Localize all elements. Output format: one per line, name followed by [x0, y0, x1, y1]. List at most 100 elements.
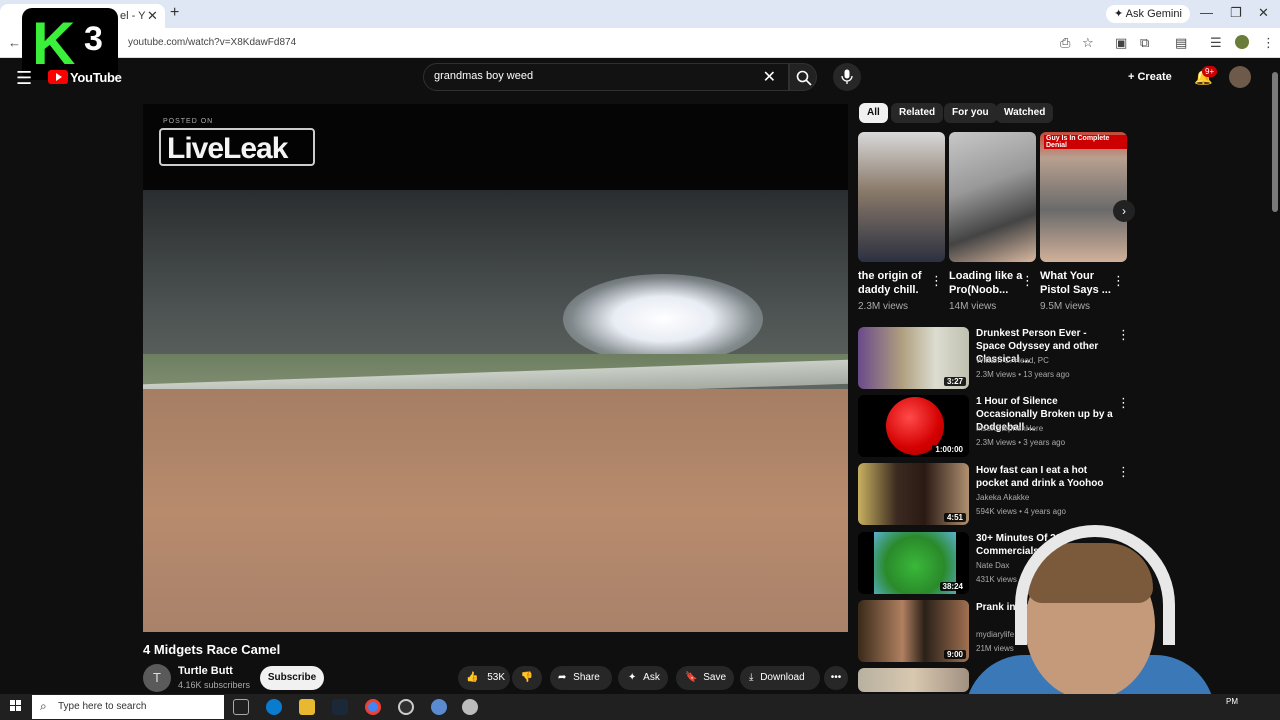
short-thumbnail[interactable] [949, 132, 1036, 262]
edge-icon[interactable] [266, 699, 282, 715]
short-title[interactable]: Loading like a Pro(Noob... [949, 269, 1027, 297]
channel-subscriber-count: 4.16K subscribers [178, 680, 251, 690]
search-icon [796, 70, 812, 86]
video-player[interactable]: POSTED ON LiveLeak [143, 104, 848, 632]
short-title[interactable]: the origin of daddy chill. [858, 269, 936, 297]
like-button[interactable]: 👍 53K [458, 666, 510, 690]
chip-watched[interactable]: Watched [996, 103, 1054, 123]
minimize-icon[interactable]: — [1200, 5, 1213, 20]
short-thumbnail[interactable] [858, 132, 945, 262]
create-button[interactable]: + Create [1118, 66, 1182, 88]
youtube-logo-icon[interactable] [48, 70, 68, 84]
streamer-webcam-overlay [945, 525, 1235, 720]
steam-icon[interactable] [332, 699, 348, 715]
task-view-icon[interactable] [233, 699, 249, 715]
queue-icon[interactable]: ☰ [1210, 35, 1222, 51]
recommendation-more-icon[interactable]: ⋮ [1117, 327, 1130, 343]
search-input[interactable]: grandmas boy weed ✕ [423, 63, 789, 91]
windows-taskbar: ⌕ Type here to search PM [0, 694, 1280, 720]
video-duration: 3:27 [943, 377, 966, 386]
restore-icon[interactable]: ❐ [1230, 5, 1242, 21]
close-tab-icon[interactable]: ✕ [147, 8, 158, 24]
short-views: 14M views [949, 301, 997, 312]
watermark-caption: POSTED ON [163, 118, 214, 125]
chip-all[interactable]: All [859, 103, 888, 123]
ask-button[interactable]: ✦ Ask [618, 666, 668, 690]
clear-search-icon[interactable]: ✕ [763, 67, 776, 87]
taskbar-clock: PM [1226, 697, 1238, 706]
dislike-button[interactable]: 👎 [512, 666, 542, 690]
taskbar-search-placeholder: Type here to search [58, 701, 147, 712]
thumbs-down-icon: 👎 [520, 672, 534, 683]
short-thumbnail[interactable]: Guy Is In Complete Denial [1040, 132, 1127, 262]
video-frame-floodlight [563, 274, 763, 364]
address-bar: ← youtube.com/watch?v=X8KdawFd874 ⎙ ☆ ▣ … [0, 28, 1280, 58]
short-more-icon[interactable]: ⋮ [1021, 273, 1034, 289]
thumbs-up-icon: 👍 [466, 672, 479, 683]
obs-icon[interactable] [398, 699, 414, 715]
taskbar-search-input[interactable]: ⌕ Type here to search [32, 695, 224, 719]
back-icon[interactable]: ← [8, 35, 21, 50]
youtube-logo-text[interactable]: YouTube [70, 70, 122, 85]
app-icon[interactable] [431, 699, 447, 715]
ask-gemini-button[interactable]: ✦ Ask Gemini [1106, 5, 1190, 23]
user-avatar[interactable] [1229, 66, 1251, 88]
tab-title: el - Y [120, 10, 146, 22]
bookmark-icon: 🔖 [685, 672, 698, 683]
search-query: grandmas boy weed [434, 70, 534, 82]
search-button[interactable] [789, 63, 817, 91]
voice-search-button[interactable] [833, 63, 861, 91]
recommendation-thumbnail[interactable]: 1:00:00 [858, 395, 969, 457]
ask-gemini-label: Ask Gemini [1125, 8, 1182, 20]
extension-icon[interactable]: ▣ [1115, 35, 1127, 51]
hamburger-menu-icon[interactable]: ☰ [16, 68, 32, 89]
windows-start-icon[interactable] [10, 700, 22, 712]
share-button[interactable]: ➦ Share [550, 666, 612, 690]
browser-tab-bar: el - Y ✕ + ✦ Ask Gemini — ❐ ✕ [0, 0, 1280, 28]
browser-profile-avatar[interactable] [1235, 35, 1249, 49]
chip-related[interactable]: Related [891, 103, 944, 123]
microphone-icon [841, 69, 853, 84]
recommendation-title[interactable]: How fast can I eat a hot pocket and drin… [976, 464, 1114, 490]
download-button[interactable]: ⤓ Download [740, 666, 820, 690]
chrome-icon[interactable] [365, 699, 381, 715]
short-title[interactable]: What Your Pistol Says ... [1040, 269, 1118, 297]
save-button[interactable]: 🔖 Save [676, 666, 734, 690]
recommendation-thumbnail[interactable]: 3:27 [858, 327, 969, 389]
more-horizontal-icon: ••• [830, 672, 842, 683]
bookmark-star-icon[interactable]: ☆ [1082, 35, 1094, 51]
short-more-icon[interactable]: ⋮ [1112, 273, 1125, 289]
new-tab-icon[interactable]: + [170, 4, 179, 22]
page-scrollbar[interactable] [1270, 62, 1280, 692]
recommendation-more-icon[interactable]: ⋮ [1117, 395, 1130, 411]
scrollbar-thumb[interactable] [1272, 72, 1278, 212]
recommendation-channel[interactable]: Jakeka Akakke [976, 493, 1029, 502]
sparkle-icon: ✦ [628, 672, 637, 683]
short-views: 9.5M views [1040, 301, 1091, 312]
short-more-icon[interactable]: ⋮ [930, 273, 943, 289]
file-explorer-icon[interactable] [299, 699, 315, 715]
app-icon[interactable] [462, 699, 478, 715]
recommendation-thumbnail[interactable]: 4:51 [858, 463, 969, 525]
short-views: 2.3M views [858, 301, 909, 312]
close-window-icon[interactable]: ✕ [1258, 5, 1269, 21]
recommendation-channel[interactable]: William C. Head, PC [976, 356, 1049, 365]
browser-menu-icon[interactable]: ⋮ [1262, 35, 1275, 51]
shorts-next-icon[interactable]: › [1113, 200, 1135, 222]
chip-for-you[interactable]: For you [944, 103, 997, 123]
watermark-text: LiveLeak [167, 132, 288, 165]
channel-name[interactable]: Turtle Butt [178, 665, 233, 677]
share-icon: ➦ [558, 672, 567, 683]
recommendation-more-icon[interactable]: ⋮ [1117, 464, 1130, 480]
ask-label: Ask [643, 672, 660, 683]
liveleak-watermark: POSTED ON LiveLeak [159, 118, 315, 166]
recommendation-channel[interactable]: InsertStephenHere [976, 424, 1043, 433]
url-field[interactable]: youtube.com/watch?v=X8KdawFd874 [128, 37, 296, 48]
video-title: 4 Midgets Race Camel [143, 642, 281, 657]
channel-avatar[interactable]: T [143, 664, 171, 692]
puzzle-icon[interactable]: ⧉ [1140, 35, 1149, 51]
sidepanel-icon[interactable]: ▤ [1175, 35, 1187, 51]
more-actions-button[interactable]: ••• [824, 666, 848, 690]
install-icon[interactable]: ⎙ [1060, 35, 1070, 51]
subscribe-button[interactable]: Subscribe [260, 666, 324, 690]
